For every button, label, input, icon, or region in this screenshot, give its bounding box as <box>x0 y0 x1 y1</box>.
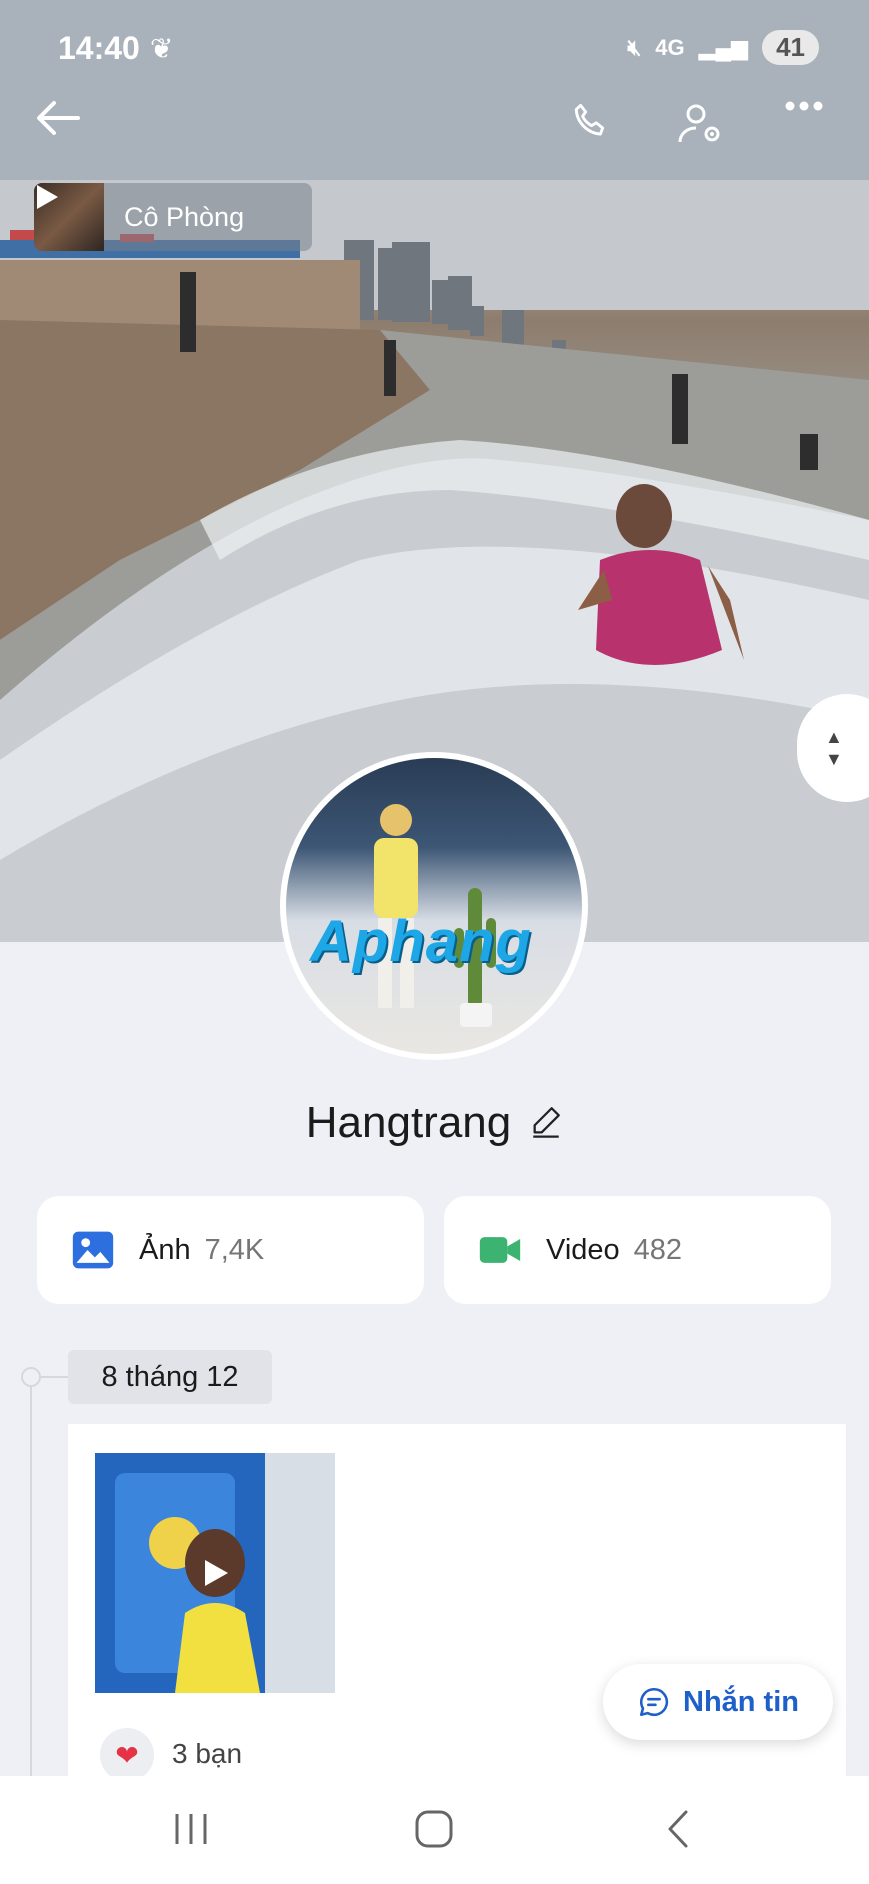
avatar[interactable]: Aphang <box>280 752 588 1060</box>
profile-music[interactable]: Cô Phòng <box>34 183 312 251</box>
recent-apps-button[interactable] <box>161 1804 221 1854</box>
mute-icon: 🔇︎ <box>627 34 642 60</box>
videos-card[interactable]: Video 482 <box>444 1196 831 1304</box>
more-options-button[interactable] <box>784 100 844 160</box>
music-title: Cô Phòng <box>124 201 245 232</box>
signal-icon: ▂▄▆ <box>698 34 749 60</box>
home-button[interactable] <box>404 1804 464 1854</box>
photos-card[interactable]: Ảnh 7,4K <box>37 1196 424 1304</box>
message-button[interactable]: Nhắn tin <box>603 1664 833 1740</box>
edit-name-button[interactable] <box>529 1104 563 1143</box>
post-video-thumbnail[interactable] <box>95 1453 335 1693</box>
status-bar: 14:40 ❦ 🔇︎ 4G ▂▄▆ 41 <box>0 26 869 70</box>
chevron-down-icon: ▼ <box>825 749 843 769</box>
leaf-icon: ❦ <box>150 33 174 64</box>
profile-name-row: Hangtrang <box>0 1098 869 1148</box>
reaction-count[interactable]: 3 bạn <box>172 1738 242 1770</box>
music-thumbnail <box>34 183 104 251</box>
back-button[interactable] <box>36 100 96 160</box>
videos-label: Video <box>546 1233 620 1266</box>
timeline-date: 8 tháng 12 <box>68 1350 272 1404</box>
avatar-photo: Aphang <box>286 758 582 1054</box>
photos-count: 7,4K <box>204 1233 265 1266</box>
more-dots-icon <box>785 101 823 111</box>
timeline-dot <box>21 1367 41 1387</box>
heart-reaction-icon[interactable]: ❤ <box>100 1728 154 1782</box>
timeline-line <box>30 1376 32 1776</box>
status-time: 14:40 <box>58 30 140 66</box>
videos-count: 482 <box>633 1233 683 1266</box>
recent-apps-icon <box>175 1814 207 1844</box>
image-icon <box>72 1231 114 1269</box>
chat-bubble-icon <box>639 1687 669 1717</box>
chevron-up-icon: ▲ <box>825 727 843 747</box>
battery-indicator: 41 <box>762 30 819 65</box>
avatar-watermark: Aphang <box>310 909 532 974</box>
pencil-icon <box>533 1106 561 1138</box>
home-icon <box>415 1810 453 1848</box>
message-button-label: Nhắn tin <box>683 1685 799 1718</box>
profile-settings-button[interactable] <box>676 100 736 160</box>
timeline-connector <box>41 1376 69 1378</box>
top-toolbar <box>0 100 869 160</box>
arrow-left-icon <box>37 101 80 135</box>
profile-name: Hangtrang <box>305 1098 512 1147</box>
user-gear-icon <box>678 104 720 143</box>
chevron-left-icon <box>668 1810 688 1848</box>
network-label: 4G <box>655 34 685 60</box>
video-camera-icon <box>479 1237 521 1263</box>
system-back-button[interactable] <box>648 1804 708 1854</box>
photos-label: Ảnh <box>139 1233 191 1266</box>
play-icon <box>205 1560 228 1586</box>
system-nav-bar <box>0 1776 869 1884</box>
phone-icon <box>574 103 605 136</box>
play-icon <box>37 185 58 209</box>
call-button[interactable] <box>568 100 628 160</box>
